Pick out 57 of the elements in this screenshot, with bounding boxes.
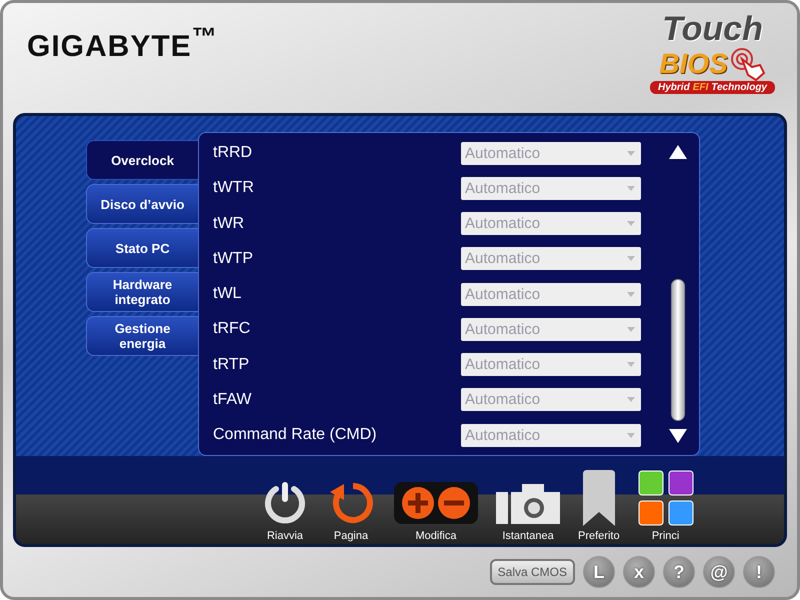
power-icon[interactable] [262,480,308,526]
caret-icon [627,432,635,438]
setting-label: tWR [213,214,244,232]
logo-subtitle: BIOS [659,49,728,79]
menu-tab[interactable]: Gestione energia [86,316,198,356]
round-button[interactable]: @ [703,556,735,588]
caret-icon [627,292,635,296]
caret-icon [627,221,635,226]
setting-dropdown[interactable]: Automatico [461,282,641,306]
setting-label: Command Rate (CMD) [213,426,377,444]
menu-tab[interactable]: Disco d’avvio [86,184,198,224]
setting-label: tWTR [213,179,254,198]
bookmark-icon[interactable] [580,470,617,526]
toolbar-label: Riavvia [266,530,304,542]
round-button[interactable]: ? [663,556,695,588]
menu-tab[interactable]: Overclock [86,140,198,180]
toolbar-label: Istantanea [502,530,554,542]
setting-dropdown[interactable]: Automatico [461,318,641,341]
setting-dropdown[interactable]: Automatico [461,212,641,235]
setting-dropdown[interactable]: Automatico [461,247,641,270]
toolbar-label: Pagina [334,530,368,542]
toolbar-label: Preferito [578,530,620,542]
scrollbar-thumb[interactable] [671,279,685,421]
caret-icon [627,326,635,332]
logo-tagline: EFI [692,82,708,93]
brand-logo-text: GIGABYTE$^{™}$ [27,23,218,64]
round-button[interactable]: ! [743,556,775,588]
color-tiles-icon[interactable] [638,470,694,526]
setting-label: tFAW [213,390,252,409]
setting-label: tRFC [213,320,250,338]
scroll-down-icon[interactable] [669,429,687,443]
logo-title: Touch [662,11,763,47]
scroll-up-icon[interactable] [669,145,687,159]
caret-icon [627,150,635,156]
setting-dropdown[interactable]: Automatico [461,176,641,200]
caret-icon [627,397,635,402]
logo-tagline: Technology [711,82,767,93]
plus-minus-icon[interactable] [394,480,478,526]
setting-dropdown[interactable]: Automatico [461,142,641,164]
round-button[interactable]: L [583,556,615,588]
setting-label: tRRD [213,144,252,162]
caret-icon [627,186,635,191]
menu-tab[interactable]: Stato PC [86,228,198,268]
setting-label: tWTP [213,250,253,268]
toolbar-label: Princi [652,530,680,542]
save-cmos-button[interactable]: Salva CMOS [490,559,575,585]
caret-icon [627,256,635,262]
setting-label: tWL [213,285,242,303]
caret-icon [627,362,635,367]
logo-tagline: Hybrid [658,82,690,93]
setting-dropdown[interactable]: Automatico [461,353,641,376]
setting-label: tRTP [213,356,250,374]
round-button[interactable]: x [623,556,655,588]
toolbar-label: Modifica [416,530,456,542]
setting-dropdown[interactable]: Automatico [461,424,641,446]
setting-dropdown[interactable]: Automatico [461,388,641,412]
menu-tab[interactable]: Hardware integrato [86,272,198,312]
